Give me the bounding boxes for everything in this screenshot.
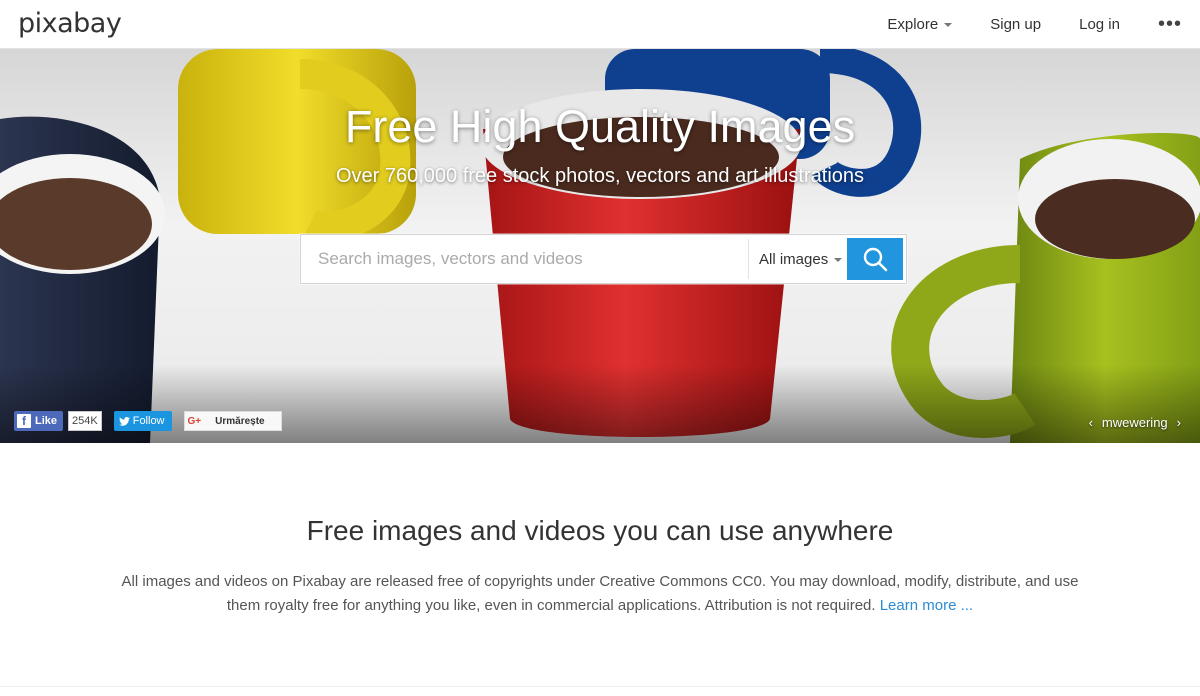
- image-credit: ‹ mwewering ›: [1088, 415, 1182, 430]
- search-divider: [748, 239, 749, 279]
- hero-subtitle: Over 760,000 free stock photos, vectors …: [335, 165, 865, 187]
- signup-link[interactable]: Sign up: [990, 16, 1041, 33]
- top-navigation-bar: pixabay Explore Sign up Log in •••: [0, 0, 1200, 49]
- twitter-bird-icon: [118, 416, 130, 426]
- search-bar: All images: [300, 234, 907, 284]
- caret-down-icon: [944, 23, 953, 27]
- facebook-like-count: 254K: [68, 411, 102, 431]
- info-paragraph: All images and videos on Pixabay are rel…: [110, 570, 1090, 618]
- twitter-follow-button[interactable]: Follow: [113, 411, 172, 431]
- learn-more-link[interactable]: Learn more ...: [880, 597, 973, 614]
- google-plus-icon: G+: [187, 415, 202, 427]
- divider: [0, 686, 1200, 687]
- image-author-link[interactable]: mwewering: [1102, 415, 1168, 430]
- next-image-icon[interactable]: ›: [1176, 415, 1182, 430]
- explore-label: Explore: [887, 15, 939, 33]
- hero-banner: Free High Quality Images Over 760,000 fr…: [0, 49, 1200, 443]
- login-link[interactable]: Log in: [1079, 16, 1120, 33]
- search-icon: [863, 247, 888, 272]
- facebook-icon: f: [17, 414, 31, 428]
- social-buttons: f Like 254K Follow G+ Urmărește: [14, 411, 282, 431]
- main-nav: Explore Sign up Log in •••: [887, 0, 1200, 48]
- more-options-icon[interactable]: •••: [1158, 14, 1182, 34]
- google-plus-follow-button[interactable]: G+ Urmărește: [183, 411, 282, 431]
- pixabay-logo[interactable]: pixabay: [18, 6, 122, 42]
- caret-down-icon: [834, 258, 843, 262]
- hero-title: Free High Quality Images: [344, 101, 856, 152]
- facebook-like-button[interactable]: f Like: [14, 411, 64, 431]
- media-type-dropdown[interactable]: All images: [759, 235, 843, 283]
- info-heading: Free images and videos you can use anywh…: [306, 515, 894, 546]
- search-button[interactable]: [847, 238, 903, 280]
- twitter-follow-label: Follow: [132, 415, 165, 427]
- google-plus-follow-label: Urmărește: [215, 415, 265, 427]
- explore-menu[interactable]: Explore: [887, 15, 953, 33]
- facebook-like-label: Like: [35, 415, 58, 427]
- search-input[interactable]: [301, 235, 747, 283]
- previous-image-icon[interactable]: ‹: [1088, 415, 1094, 430]
- media-type-label: All images: [759, 250, 829, 268]
